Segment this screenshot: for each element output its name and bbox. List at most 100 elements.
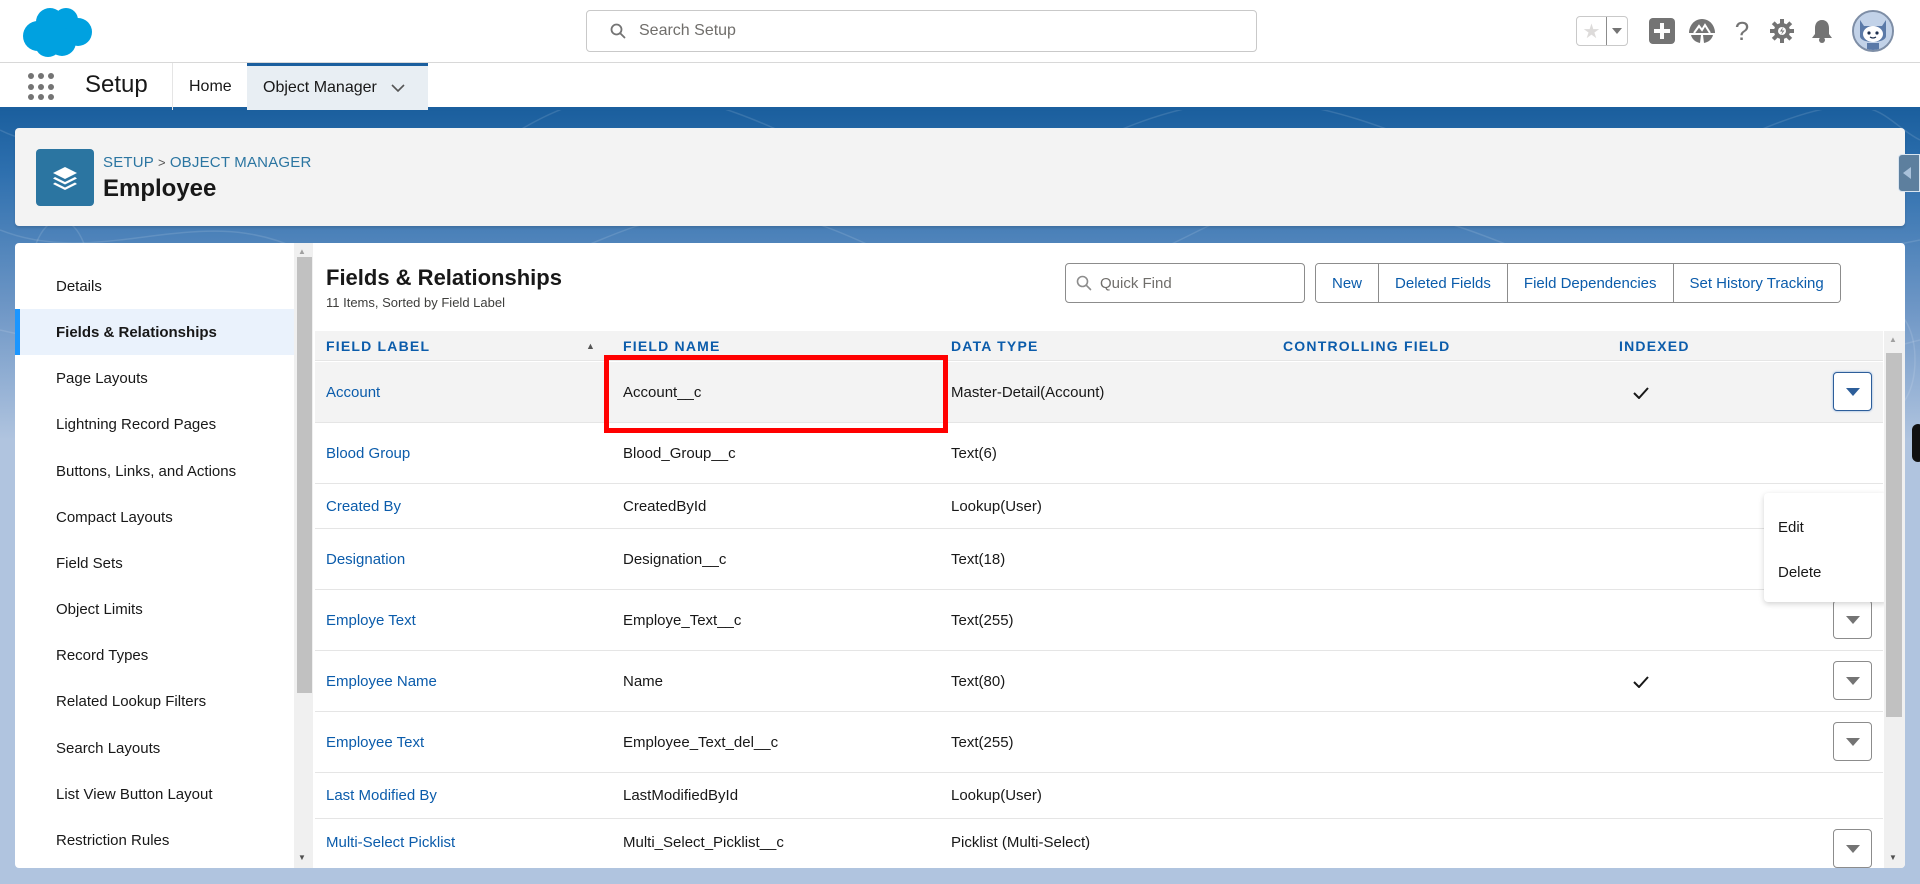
data-type: Text(255): [951, 733, 1014, 751]
field-name: Account__c: [623, 383, 702, 401]
data-type: Text(18): [951, 550, 1006, 568]
indexed-check-icon: [1633, 386, 1649, 404]
set-history-tracking-button[interactable]: Set History Tracking: [1673, 264, 1840, 302]
global-header: ★ ?: [0, 0, 1920, 63]
field-name: CreatedById: [623, 497, 707, 515]
column-header-data-type[interactable]: DATA TYPE: [951, 331, 1039, 361]
field-name: Employee_Text_del__c: [623, 733, 779, 751]
quick-find-input[interactable]: [1100, 274, 1290, 292]
setup-gear-icon[interactable]: [1762, 11, 1802, 51]
column-header-field-name[interactable]: FIELD NAME: [623, 331, 721, 361]
table-row: Blood Group Blood_Group__c Text(6): [315, 423, 1883, 484]
object-header: SETUP > OBJECT MANAGER Employee: [15, 128, 1905, 226]
row-actions-dropdown-button[interactable]: [1833, 372, 1872, 411]
notifications-bell-icon[interactable]: [1802, 11, 1842, 51]
field-label-link[interactable]: Designation: [326, 529, 405, 589]
side-panel-toggle[interactable]: [1898, 154, 1920, 192]
breadcrumb-object-manager[interactable]: OBJECT MANAGER: [170, 154, 312, 171]
scroll-up-icon[interactable]: ▲: [1889, 335, 1897, 344]
caret-down-icon: [1845, 676, 1860, 685]
global-search-input[interactable]: [639, 22, 1199, 40]
global-actions-add-icon[interactable]: [1642, 11, 1682, 51]
user-avatar[interactable]: [1852, 10, 1894, 52]
field-label-link[interactable]: Multi-Select Picklist: [326, 827, 455, 857]
edge-handle[interactable]: [1912, 424, 1920, 462]
scroll-down-icon[interactable]: ▼: [298, 853, 306, 862]
field-label-link[interactable]: Employee Text: [326, 712, 424, 772]
new-button[interactable]: New: [1316, 264, 1380, 302]
table-row: Last Modified By LastModifiedById Lookup…: [315, 773, 1883, 819]
nav-item-field-sets[interactable]: Field Sets: [15, 540, 294, 586]
deleted-fields-button[interactable]: Deleted Fields: [1379, 264, 1508, 302]
caret-down-icon: [1845, 737, 1860, 746]
data-type: Text(255): [951, 611, 1014, 629]
nav-item-buttons-links-actions[interactable]: Buttons, Links, and Actions: [15, 448, 294, 494]
nav-item-page-layouts[interactable]: Page Layouts: [15, 355, 294, 401]
favorites-dropdown-icon[interactable]: [1607, 17, 1627, 45]
nav-item-search-layouts[interactable]: Search Layouts: [15, 725, 294, 771]
data-type: Text(6): [951, 444, 997, 462]
column-header-indexed[interactable]: INDEXED: [1619, 331, 1690, 361]
table-row: Account Account__c Master-Detail(Account…: [315, 362, 1883, 423]
nav-item-object-limits[interactable]: Object Limits: [15, 586, 294, 632]
section-subtitle: 11 Items, Sorted by Field Label: [326, 295, 505, 310]
field-label-link[interactable]: Last Modified By: [326, 773, 437, 818]
row-actions-dropdown-button[interactable]: [1833, 722, 1872, 761]
field-name: Multi_Select_Picklist__c: [623, 833, 784, 851]
row-actions-dropdown-button[interactable]: [1833, 829, 1872, 868]
trailhead-icon[interactable]: [1682, 11, 1722, 51]
nav-scrollbar-thumb[interactable]: [297, 257, 312, 693]
tab-home[interactable]: Home: [173, 63, 248, 110]
data-type: Lookup(User): [951, 787, 1042, 804]
field-dependencies-button[interactable]: Field Dependencies: [1507, 264, 1674, 302]
sort-ascending-icon[interactable]: ▲: [586, 341, 595, 351]
tab-object-manager[interactable]: Object Manager: [247, 63, 428, 110]
help-icon[interactable]: ?: [1722, 11, 1762, 51]
field-label-link[interactable]: Account: [326, 362, 380, 422]
object-manager-nav: Details Fields & Relationships Page Layo…: [15, 243, 294, 868]
fields-content: Fields & Relationships 11 Items, Sorted …: [315, 243, 1905, 868]
table-scrollbar-thumb[interactable]: [1886, 353, 1902, 717]
nav-item-details[interactable]: Details: [15, 263, 294, 309]
table-row: Designation Designation__c Text(18): [315, 529, 1883, 590]
nav-item-lightning-record-pages[interactable]: Lightning Record Pages: [15, 401, 294, 447]
caret-down-icon: [1845, 615, 1860, 624]
nav-item-record-types[interactable]: Record Types: [15, 632, 294, 678]
nav-item-related-lookup-filters[interactable]: Related Lookup Filters: [15, 678, 294, 724]
column-header-field-label[interactable]: FIELD LABEL: [326, 331, 430, 361]
table-scrollbar[interactable]: ▲ ▼: [1884, 331, 1905, 868]
global-search[interactable]: [586, 10, 1257, 52]
quick-find[interactable]: [1065, 263, 1305, 303]
nav-item-list-view-button-layout[interactable]: List View Button Layout: [15, 771, 294, 817]
breadcrumb-setup[interactable]: SETUP: [103, 154, 154, 171]
page-title: Employee: [103, 175, 217, 202]
chevron-left-icon: [1903, 167, 1911, 179]
favorites-group: ★: [1576, 16, 1628, 46]
nav-item-compact-layouts[interactable]: Compact Layouts: [15, 494, 294, 540]
favorites-star-icon[interactable]: ★: [1577, 17, 1607, 45]
table-row: Created By CreatedById Lookup(User): [315, 484, 1883, 529]
menu-item-delete[interactable]: Delete: [1778, 564, 1821, 581]
table-row: Employee Name Name Text(80): [315, 651, 1883, 712]
nav-item-restriction-rules[interactable]: Restriction Rules: [15, 817, 294, 863]
menu-item-edit[interactable]: Edit: [1778, 519, 1804, 536]
section-title: Fields & Relationships: [326, 265, 562, 290]
chevron-down-icon[interactable]: [391, 84, 405, 92]
app-launcher-icon[interactable]: [28, 73, 56, 101]
field-label-link[interactable]: Blood Group: [326, 423, 410, 483]
column-header-controlling-field[interactable]: CONTROLLING FIELD: [1283, 331, 1450, 361]
table-header: FIELD LABEL ▲ FIELD NAME DATA TYPE CONTR…: [315, 331, 1883, 361]
field-label-link[interactable]: Employe Text: [326, 590, 416, 650]
nav-scrollbar[interactable]: ▲ ▼: [294, 243, 313, 868]
field-label-link[interactable]: Employee Name: [326, 651, 437, 711]
table-row: Employe Text Employe_Text__c Text(255): [315, 590, 1883, 651]
table-row: Employee Text Employee_Text_del__c Text(…: [315, 712, 1883, 773]
scroll-down-icon[interactable]: ▼: [1889, 853, 1897, 862]
row-actions-dropdown-button[interactable]: [1833, 600, 1872, 639]
field-label-link[interactable]: Created By: [326, 484, 401, 528]
row-actions-dropdown-button[interactable]: [1833, 661, 1872, 700]
scroll-up-icon[interactable]: ▲: [298, 247, 306, 256]
salesforce-logo-icon[interactable]: [18, 6, 94, 58]
nav-item-fields-relationships[interactable]: Fields & Relationships: [15, 309, 294, 355]
svg-text:?: ?: [1735, 18, 1749, 44]
